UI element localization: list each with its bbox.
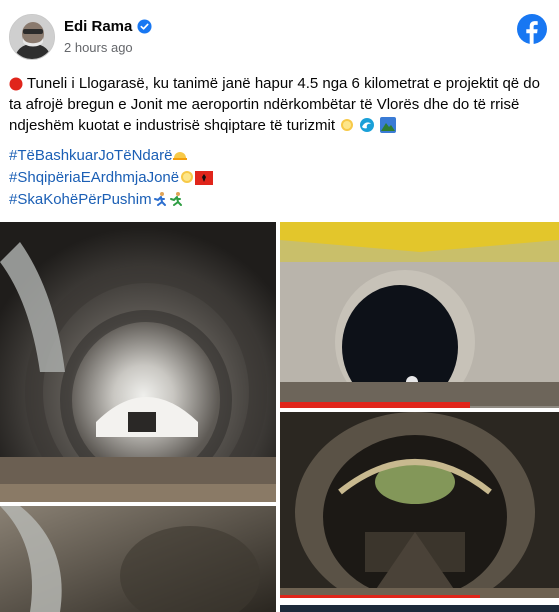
tunnel-interior-photo-1[interactable] xyxy=(0,222,276,502)
hashtag-tebashkuar[interactable]: #TëBashkuarJoTëNdarë xyxy=(9,147,172,164)
photo-grid xyxy=(0,222,559,612)
sunrise-icon xyxy=(173,152,188,160)
mountain-icon xyxy=(379,117,396,133)
hashtags: #TëBashkuarJoTëNdarë #ShqipëriaEArdhmjaJ… xyxy=(9,145,554,211)
hashtag-skakohe[interactable]: #SkaKohëPërPushim xyxy=(9,191,152,208)
tunnel-interior-photo-2[interactable] xyxy=(0,506,276,612)
runner-icon xyxy=(169,192,182,206)
hashtag-row-2: #ShqipëriaEArdhmjaJonë xyxy=(9,167,554,189)
wave-icon xyxy=(360,118,375,132)
hashtag-row-1: #TëBashkuarJoTëNdarë xyxy=(9,145,554,167)
verified-badge-icon xyxy=(137,19,152,34)
post-header: Edi Rama 2 hours ago xyxy=(0,0,559,70)
tunnel-construction-photo[interactable] xyxy=(280,412,559,598)
post-text-content: Tuneli i Llogarasë, ku tanimë janë hapur… xyxy=(9,75,540,134)
runner-icon xyxy=(153,192,166,206)
sun-icon xyxy=(341,119,354,131)
tunnel-portal-photo[interactable] xyxy=(280,222,559,408)
red-circle-icon xyxy=(9,77,23,91)
facebook-logo-icon xyxy=(517,14,547,44)
author-name[interactable]: Edi Rama xyxy=(64,18,132,35)
post-timestamp[interactable]: 2 hours ago xyxy=(64,40,133,55)
post-text: Tuneli i Llogarasë, ku tanimë janë hapur… xyxy=(9,73,554,136)
author-avatar[interactable] xyxy=(9,14,55,60)
hashtag-row-3: #SkaKohëPërPushim xyxy=(9,189,554,211)
author-name-row: Edi Rama xyxy=(64,18,152,35)
sun-icon xyxy=(181,171,194,183)
tunnel-photo-bottom-right[interactable] xyxy=(280,602,559,612)
hashtag-shqiperia[interactable]: #ShqipëriaEArdhmjaJonë xyxy=(9,169,179,186)
albania-flag-icon xyxy=(195,171,214,185)
